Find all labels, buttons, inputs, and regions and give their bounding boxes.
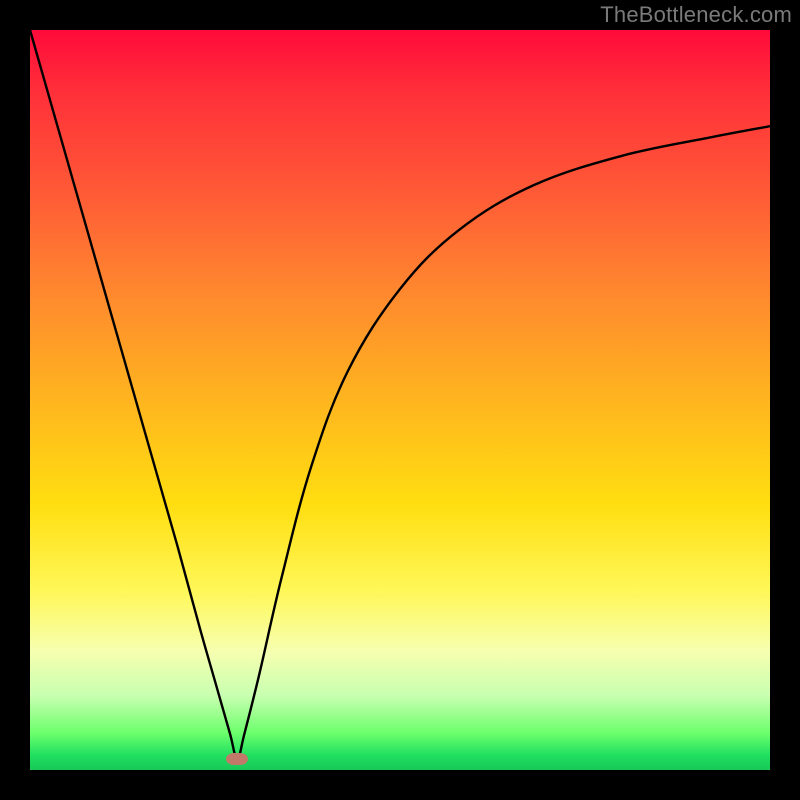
plot-area bbox=[30, 30, 770, 770]
bottleneck-curve bbox=[30, 30, 770, 770]
chart-frame: TheBottleneck.com bbox=[0, 0, 800, 800]
watermark-text: TheBottleneck.com bbox=[600, 2, 792, 28]
optimal-point-marker bbox=[226, 753, 248, 765]
